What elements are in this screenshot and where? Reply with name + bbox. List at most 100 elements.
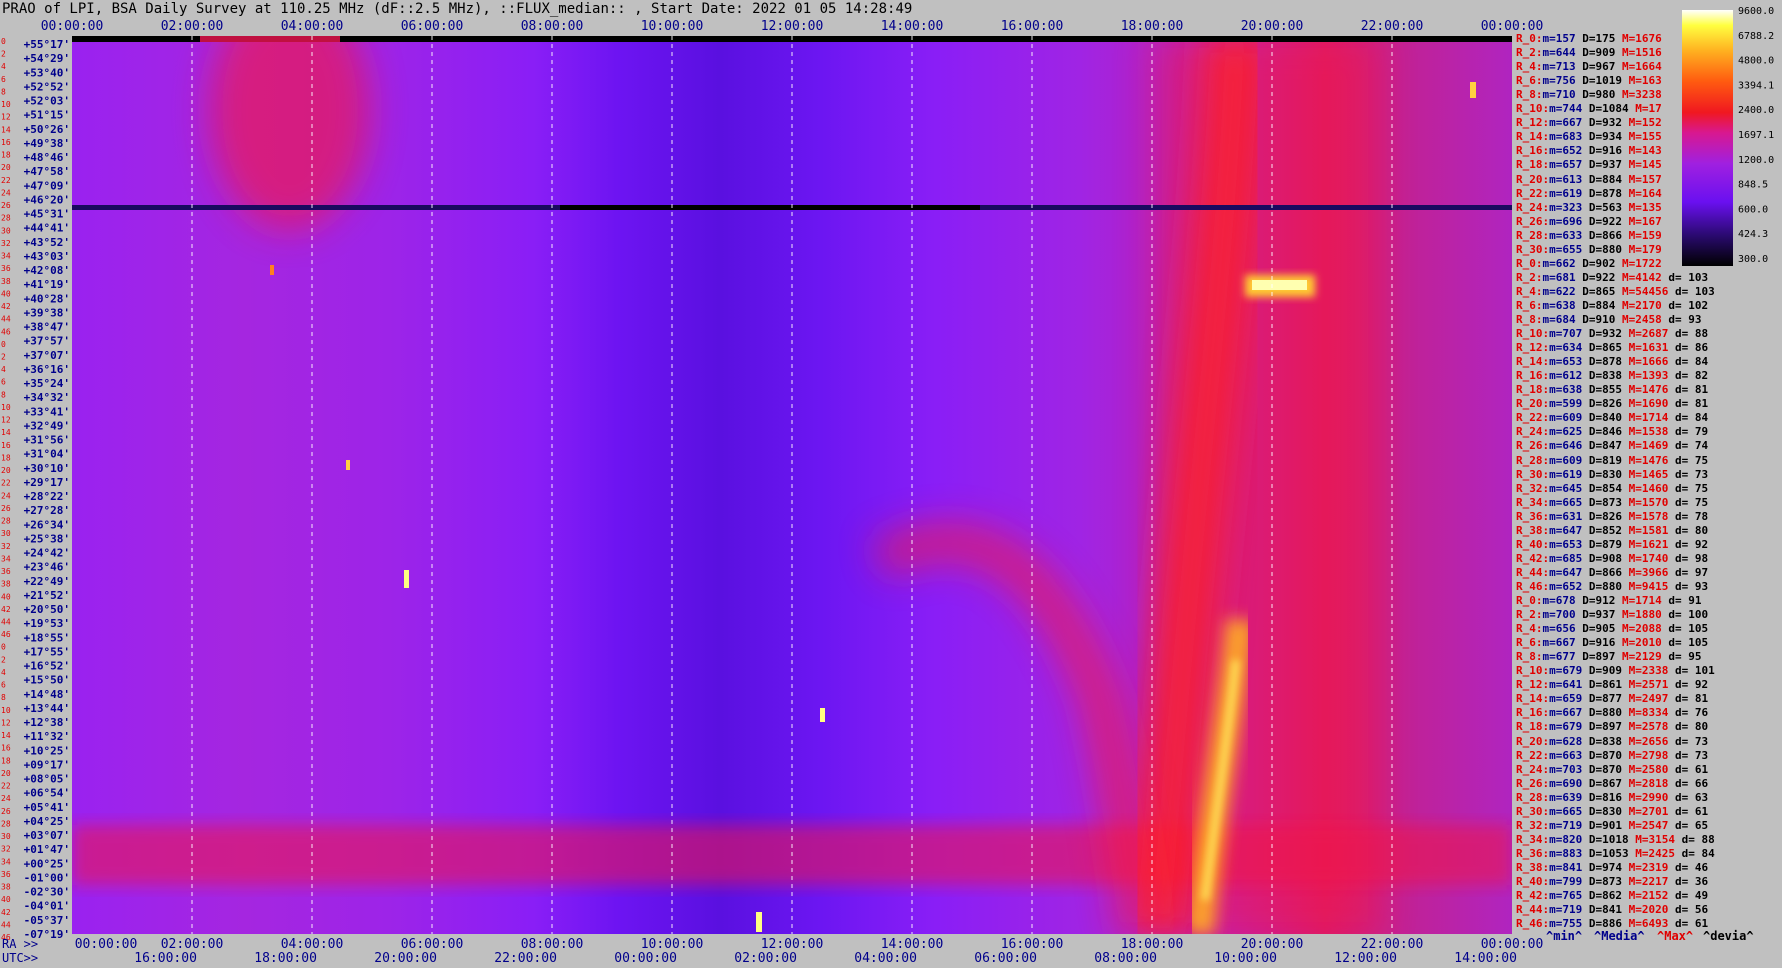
min-value: m=641 [1549,678,1589,692]
ra-top-tick-label: 02:00:00 [161,19,224,34]
row-index-label: 22 [1,176,11,185]
row-index-label: 0 [1,340,6,349]
dec-tick-label: -05°37' [24,914,70,927]
dec-tick-label: +06°54' [24,787,70,800]
min-value: m=612 [1549,369,1589,383]
stats-row: R_40:m=799 D=873 M=2217 d= 36 [1516,875,1708,889]
devia-value: d= 80 [1668,523,1709,537]
row-index-label: 46 [1,630,11,639]
row-index-label: 0 [1,37,6,46]
row-index-label: 28 [1,214,11,223]
colorbar-ticks: 9600.0 6788.2 4800.0 3394.1 2400.0 1697.1 1200… [1738,6,1774,265]
min-value: m=679 [1549,664,1589,678]
ra-top-tick-label: 00:00:00 [41,19,104,34]
min-value: m=690 [1549,776,1589,790]
median-value: D=909 [1588,664,1629,678]
dec-tick-label: +52°52' [24,80,70,93]
devia-value: d= 81 [1668,383,1709,397]
max-value: M=9415 [1628,579,1669,593]
ra-bottom-tick-label: 08:00:00 [521,937,584,952]
devia-value: d= 95 [1661,650,1702,664]
median-value: D=854 [1588,481,1629,495]
dec-tick-label: +37°57' [24,335,70,348]
ray-label: R_44: [1516,565,1550,579]
stats-row: R_32:m=645 D=854 M=1460 d= 75 [1516,482,1708,496]
dec-tick-label: +30°10' [24,462,70,475]
colorbar-tick-label: 2400.0 [1738,105,1774,116]
median-value: D=880 [1588,242,1629,256]
ra-bottom-tick-label: 04:00:00 [281,937,344,952]
ray-label: R_38: [1516,860,1550,874]
ra-top-tick-label: 14:00:00 [881,19,944,34]
max-value: M=167 [1628,214,1662,228]
ra-bottom-tick-label: 22:00:00 [1361,937,1424,952]
median-value: D=563 [1588,200,1629,214]
min-value: m=609 [1549,411,1589,425]
max-value: M=2798 [1628,748,1669,762]
max-value: M=1621 [1628,537,1669,551]
ra-bottom-tick-label: 20:00:00 [1241,937,1304,952]
devia-value: d= 92 [1668,678,1709,692]
min-value: m=678 [1542,594,1583,607]
stats-row: R_34:m=665 D=873 M=1570 d= 75 [1516,496,1708,510]
devia-value: d= 49 [1668,889,1709,903]
median-value: D=884 [1588,172,1629,186]
dec-tick-label: +44°41' [24,222,70,235]
max-value: M=2458 [1622,313,1662,326]
ray-label: R_30: [1516,804,1550,818]
dec-tick-label: +53°40' [24,66,70,79]
ray-label: R_14: [1516,355,1550,369]
max-value: M=2687 [1628,327,1669,341]
devia-value: d= 84 [1668,355,1709,369]
max-value: M=1880 [1622,608,1662,622]
stats-row: R_38:m=647 D=852 M=1581 d= 80 [1516,524,1708,538]
ray-label: R_22: [1516,411,1550,425]
row-index-label: 30 [1,226,11,235]
row-index-label: 44 [1,618,11,627]
dec-tick-label: +32°49' [24,419,70,432]
stats-row: R_0:m=678 D=912 M=1714 d= 91 [1516,594,1702,608]
max-value: M=17 [1635,102,1662,116]
utc-tick-label: 16:00:00 [134,951,197,966]
ra-bottom-tick-label: 14:00:00 [881,937,944,952]
utc-tick-label: 14:00:00 [1454,951,1517,966]
min-value: m=631 [1549,509,1589,523]
devia-value: d= 63 [1668,790,1709,804]
median-value: D=175 [1582,32,1622,45]
max-value: M=135 [1628,200,1662,214]
row-index-label: 32 [1,845,11,854]
median-value: D=830 [1588,804,1629,818]
row-index-label: 26 [1,807,11,816]
ra-top-tick-label: 16:00:00 [1001,19,1064,34]
devia-value: d= 61 [1668,917,1709,931]
max-value: M=179 [1628,242,1662,256]
dec-tick-label: +14°48' [24,688,70,701]
max-value: M=1631 [1628,341,1669,355]
median-value: D=865 [1588,341,1629,355]
stats-row: R_30:m=619 D=830 M=1465 d= 73 [1516,468,1708,482]
row-index-label: 16 [1,744,11,753]
min-value: m=667 [1549,706,1589,720]
ray-label: R_2: [1516,270,1543,284]
max-value: M=1676 [1622,32,1662,45]
min-value: m=646 [1549,439,1589,453]
ray-label: R_4: [1516,60,1543,74]
stats-row: R_46:m=652 D=880 M=9415 d= 93 [1516,580,1708,594]
min-value: m=645 [1549,481,1589,495]
ra-top-tick-label: 06:00:00 [401,19,464,34]
colorbar-tick-label: 3394.1 [1738,80,1774,91]
stats-row: R_22:m=619 D=878 M=164 [1516,187,1662,201]
min-value: m=652 [1549,144,1589,158]
ray-label: R_2: [1516,46,1543,60]
ray-label: R_28: [1516,453,1550,467]
row-index-label: 2 [1,352,6,361]
devia-value: d= 61 [1668,804,1709,818]
min-value: m=765 [1549,889,1589,903]
median-value: D=867 [1588,776,1629,790]
min-value: m=657 [1549,158,1589,172]
median-value: D=897 [1582,650,1622,664]
row-index-label: 4 [1,62,6,71]
devia-value: d= 93 [1661,313,1702,326]
row-index-axis: 0246810121416182022242628303234363840424… [1,37,11,942]
median-value: D=866 [1588,228,1629,242]
